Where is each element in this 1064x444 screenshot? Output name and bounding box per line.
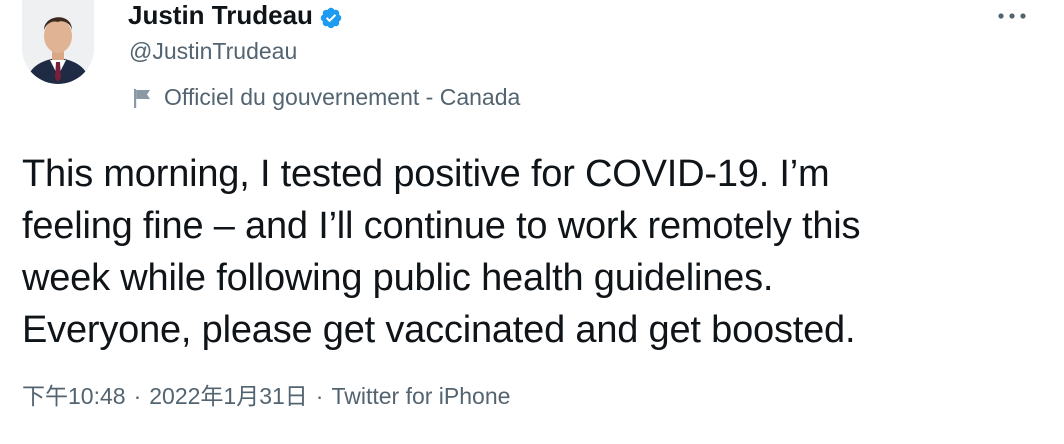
verified-badge-icon <box>319 4 343 28</box>
tweet-time[interactable]: 下午10:48 <box>22 380 126 412</box>
meta-separator: · <box>315 383 324 409</box>
author-handle[interactable]: @JustinTrudeau <box>129 36 297 66</box>
government-label-text: Officiel du gouvernement - Canada <box>164 84 521 110</box>
profile-photo-icon <box>22 0 94 84</box>
more-dots-icon <box>998 13 1026 19</box>
author-avatar[interactable] <box>22 0 94 84</box>
tweet-header: Justin Trudeau @JustinTrudeau Officiel d… <box>128 0 1044 110</box>
tweet-card: Justin Trudeau @JustinTrudeau Officiel d… <box>0 0 1064 444</box>
tweet-source[interactable]: Twitter for iPhone <box>331 380 510 412</box>
government-label: Officiel du gouvernement - Canada <box>132 82 520 112</box>
more-options-button[interactable] <box>992 2 1032 30</box>
meta-separator: · <box>133 383 142 409</box>
author-name[interactable]: Justin Trudeau <box>128 0 313 32</box>
tweet-meta: 下午10:48 · 2022年1月31日 · Twitter for iPhon… <box>22 380 510 412</box>
tweet-text: This morning, I tested positive for COVI… <box>22 153 861 351</box>
author-name-row: Justin Trudeau <box>128 0 343 32</box>
flag-icon <box>132 86 154 108</box>
tweet-date[interactable]: 2022年1月31日 <box>149 380 308 412</box>
